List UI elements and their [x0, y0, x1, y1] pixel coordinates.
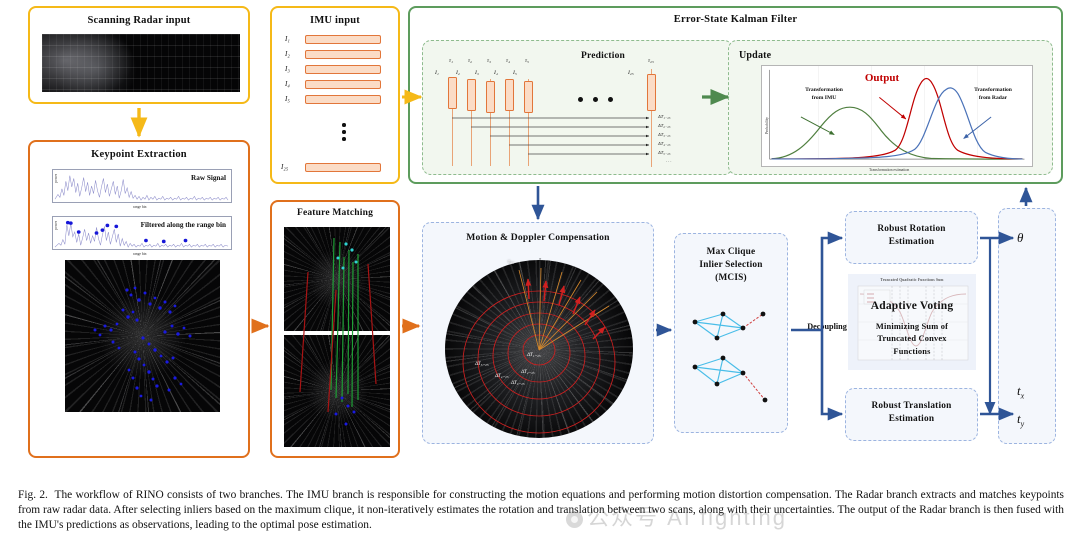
prediction-panel: Prediction τ₁ τ₂ τ₃ τ₄ τ₅ τ₂₅ I₁ I₂ I₃ I… — [422, 40, 733, 175]
raw-signal-plot: Raw Signal power — [52, 169, 232, 203]
doppler-ring-label-1: ΔT₁₋₂₅ — [527, 353, 541, 358]
feature-matching-box: Feature Matching — [270, 200, 400, 458]
doppler-tau-label-25: τ₂₅ — [508, 259, 514, 265]
doppler-ring-label-2: ΔT₂₋₂₅ — [521, 370, 535, 375]
imu-input-title: IMU input — [310, 15, 360, 26]
adaptive-voting-sub3: Functions — [893, 346, 931, 356]
imu-bar-5 — [305, 95, 381, 104]
kalman-filter-title: Error-State Kalman Filter — [673, 14, 798, 25]
robust-translation-panel: Robust Translation Estimation — [845, 388, 978, 441]
robust-translation-line1: Robust Translation — [871, 401, 952, 411]
update-imu-annotation: Transformation from IMU — [792, 87, 856, 102]
output-ty-sub: y — [1020, 419, 1025, 429]
imu-input-box: IMU input I₁ I₂ I₃ I₄ I₅ I₂₅ — [270, 6, 400, 184]
update-radar-annotation: Transformation from Radar — [958, 87, 1028, 102]
imu-row-label-2: I₂ — [285, 50, 290, 58]
imu-bar-1 — [305, 35, 381, 44]
imu-bar-25 — [305, 163, 381, 172]
doppler-tau-label-3: τ₃ — [582, 271, 586, 277]
imu-row-label-25: I₂₅ — [281, 163, 289, 171]
scanning-radar-input-box: Scanning Radar input — [28, 6, 250, 104]
imu-bar-3 — [305, 65, 381, 74]
keypoint-radar-image — [65, 260, 220, 412]
prediction-delta-label-4: ΔT₄₋₂₅ — [658, 141, 671, 146]
doppler-tau-label-4: τ₄ — [599, 284, 603, 290]
imu-row-label-5: I₅ — [285, 95, 290, 103]
robust-translation-line2: Estimation — [888, 414, 935, 424]
doppler-tau-label-2: τ₂ — [562, 262, 566, 268]
figure-caption-text: The workflow of RINO consists of two bra… — [18, 489, 1064, 532]
adaptive-voting-panel: Truncated Quadratic Functions Sum Adapti… — [848, 274, 976, 370]
adaptive-voting-sub1: Minimizing Sum of — [875, 322, 949, 331]
output-tx-sub: x — [1020, 391, 1025, 401]
imu-vertical-ellipsis — [324, 120, 364, 144]
adaptive-voting-subtitle: Minimizing Sum of Truncated Convex Funct… — [848, 321, 976, 358]
adaptive-voting-sub2: Truncated Convex — [877, 334, 947, 344]
prediction-delta-label-5: ΔT₅₋₂₅ — [658, 150, 671, 155]
mcis-panel: Max Clique Inlier Selection (MCIS) — [674, 233, 788, 433]
motion-doppler-panel: Motion & Doppler Compensation τ₂₅ τ₁ τ₂ … — [422, 222, 654, 444]
keypoint-extraction-title: Keypoint Extraction — [91, 149, 187, 160]
keypoint-extraction-box: Keypoint Extraction Raw Signal power ran… — [28, 140, 250, 458]
doppler-tau-label-1: τ₁ — [539, 257, 543, 263]
imu-row-label-1: I₁ — [285, 35, 290, 43]
error-state-kalman-filter-box: Error-State Kalman Filter Prediction τ₁ … — [408, 6, 1063, 184]
doppler-ring-label-3: ΔT₃₋₂₅ — [511, 381, 525, 386]
update-y-axis-label: Probability — [765, 117, 769, 134]
doppler-ring-label-5: ΔT₅₋₂₅ — [475, 362, 489, 367]
prediction-delta-arrows — [452, 116, 650, 156]
output-tx: tx — [1017, 383, 1024, 401]
imu-bar-4 — [305, 80, 381, 89]
prediction-delta-ellipsis: ··· — [666, 159, 673, 164]
output-theta: θ — [1017, 230, 1024, 245]
robust-rotation-panel: Robust Rotation Estimation — [845, 211, 978, 264]
prediction-delta-label-2: ΔT₂₋₂₅ — [658, 123, 671, 128]
robust-rotation-line1: Robust Rotation — [877, 224, 946, 234]
prediction-delta-label-3: ΔT₃₋₂₅ — [658, 132, 671, 137]
filtered-signal-y-axis: power — [54, 221, 58, 230]
figure-caption: Fig. 2. The workflow of RINO consists of… — [18, 488, 1064, 533]
update-imu-line2: from IMU — [811, 94, 837, 101]
output-ty: ty — [1017, 411, 1024, 429]
imu-row-label-4: I₄ — [285, 80, 290, 88]
filtered-signal-plot: Filtered along the range bin power — [52, 216, 232, 250]
scanning-radar-input-title: Scanning Radar input — [87, 15, 191, 26]
mcis-graph-illustration — [692, 311, 768, 403]
raw-signal-y-axis: power — [54, 174, 58, 183]
doppler-ring-label-4: ΔT₄₋₂₅ — [495, 374, 509, 379]
robust-translation-title: Robust Translation Estimation — [846, 400, 977, 426]
update-gaussian-chart: Transformation from IMU Output Transform… — [761, 65, 1033, 167]
imu-row-label-3: I₃ — [285, 65, 290, 73]
figure-canvas: Scanning Radar input IMU input I₁ I₂ I₃ … — [0, 0, 1080, 558]
robust-rotation-title: Robust Rotation Estimation — [846, 223, 977, 249]
update-radar-line1: Transformation — [974, 87, 1012, 93]
adaptive-voting-title: Adaptive Voting — [870, 300, 954, 312]
filtered-signal-x-axis: range bin — [133, 252, 147, 256]
update-imu-line1: Transformation — [805, 87, 843, 93]
figure-label: Fig. 2. — [18, 489, 48, 501]
prediction-delta-label-1: ΔT₁₋₂₅ — [658, 114, 671, 119]
robust-rotation-line2: Estimation — [888, 237, 935, 247]
imu-bar-2 — [305, 50, 381, 59]
raw-signal-x-axis: range bin — [133, 205, 147, 209]
feature-matching-correspondences — [299, 237, 377, 426]
scanning-radar-image — [42, 34, 240, 92]
adaptive-voting-chart-title: Truncated Quadratic Functions Sum — [880, 278, 944, 282]
update-panel: Update Transformation from IMU Output Tr… — [728, 40, 1053, 175]
update-title: Update — [739, 50, 772, 61]
update-x-axis-label: Transformation estimation — [869, 168, 910, 172]
update-output-annotation: Output — [864, 72, 900, 84]
update-radar-line2: from Radar — [978, 94, 1008, 101]
doppler-tau-label-5: τ₅ — [611, 300, 615, 306]
outputs-panel: θ tx ty — [998, 208, 1056, 444]
